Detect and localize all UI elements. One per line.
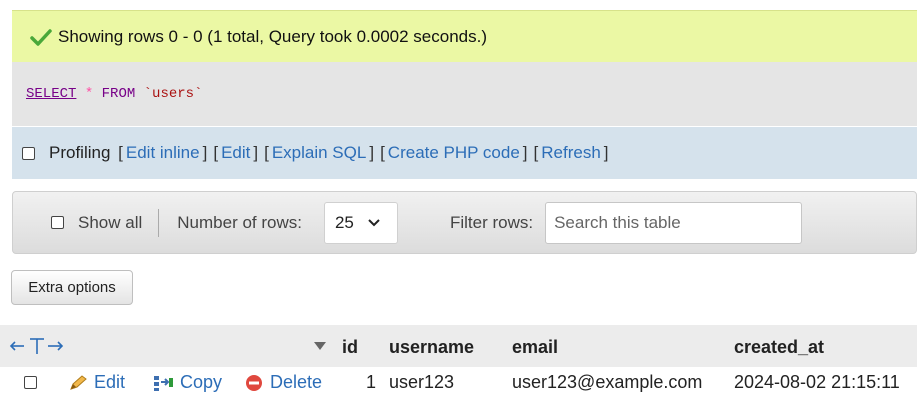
delete-row-button[interactable]: Delete	[244, 372, 322, 393]
edit-row-label: Edit	[94, 372, 126, 392]
divider	[158, 208, 160, 237]
sql-star: *	[84, 86, 94, 102]
column-arrows-icon[interactable]	[8, 336, 88, 356]
column-header-created-at[interactable]: created_at	[734, 337, 824, 358]
explain-sql-link[interactable]: Explain SQL	[272, 143, 367, 163]
row-checkbox[interactable]	[24, 376, 37, 389]
number-of-rows-select[interactable]: 25	[323, 201, 398, 244]
create-php-code-link[interactable]: Create PHP code	[388, 143, 520, 163]
check-icon	[30, 28, 52, 46]
column-header-email[interactable]: email	[512, 337, 558, 358]
edit-inline-link[interactable]: Edit inline	[126, 143, 200, 163]
cell-username[interactable]: user123	[389, 372, 454, 393]
profiling-checkbox[interactable]	[22, 146, 35, 160]
success-message-text: Showing rows 0 - 0 (1 total, Query took …	[58, 26, 488, 46]
refresh-link[interactable]: Refresh	[541, 143, 601, 163]
success-message: Showing rows 0 - 0 (1 total, Query took …	[12, 10, 917, 62]
column-header-id[interactable]: id	[342, 337, 358, 358]
sql-keyword-select[interactable]: SELECT	[26, 86, 76, 102]
edit-link[interactable]: Edit	[221, 143, 250, 163]
column-header-username[interactable]: username	[389, 337, 474, 358]
sort-dropdown-icon[interactable]	[313, 341, 327, 351]
copy-icon	[154, 375, 173, 391]
search-input[interactable]	[545, 201, 803, 244]
show-all-checkbox[interactable]	[51, 216, 64, 229]
show-all-label[interactable]: Show all	[78, 213, 142, 233]
cell-email[interactable]: user123@example.com	[512, 372, 702, 393]
extra-options-button[interactable]: Extra options	[11, 270, 133, 305]
filter-rows-label: Filter rows:	[449, 212, 534, 232]
navigation-bar: Show all Number of rows: 25 Filter rows:	[12, 191, 917, 254]
number-of-rows-value: 25	[334, 212, 354, 232]
number-of-rows-label: Number of rows:	[177, 212, 302, 232]
table-header: id username email created_at	[0, 325, 917, 367]
chevron-down-icon	[368, 218, 380, 226]
delete-icon	[246, 374, 262, 391]
copy-row-label: Copy	[180, 372, 223, 392]
sql-table-name: `users`	[143, 86, 203, 102]
cell-created-at[interactable]: 2024-08-02 21:15:11	[734, 372, 900, 393]
cell-id: 1	[366, 372, 377, 392]
pencil-icon	[70, 374, 87, 390]
profiling-bar: Profiling [Edit inline] [Edit] [Explain …	[12, 127, 917, 179]
sql-keyword-from: FROM	[101, 86, 136, 102]
profiling-label: Profiling	[49, 143, 111, 162]
edit-row-button[interactable]: Edit	[68, 372, 125, 393]
delete-row-label: Delete	[270, 372, 323, 392]
copy-row-button[interactable]: Copy	[152, 372, 222, 393]
sql-query-box[interactable]: SELECT * FROM `users`	[12, 62, 917, 126]
table-row: Edit Copy Delete 1 user123 user123@examp…	[0, 367, 917, 397]
